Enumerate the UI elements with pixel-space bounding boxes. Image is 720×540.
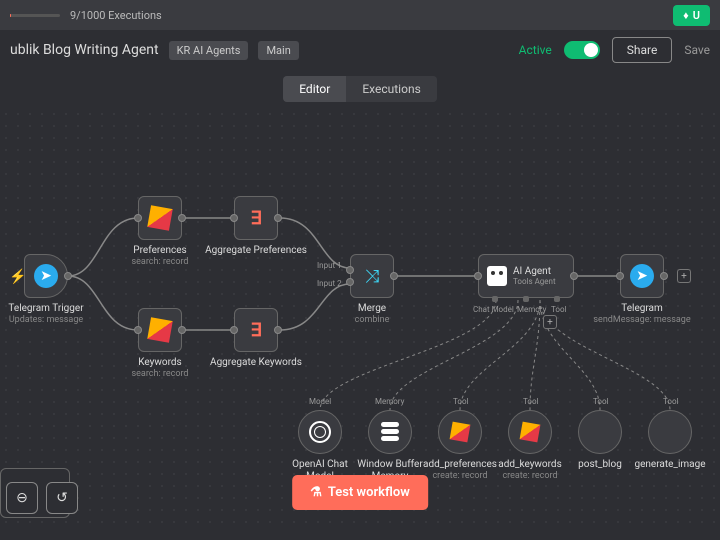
save-button[interactable]: Save — [684, 43, 710, 57]
zoom-out-button[interactable]: ⊖ — [6, 482, 38, 514]
add-tool-button[interactable]: + — [543, 315, 557, 329]
executions-count: 9/1000 Executions — [70, 9, 162, 22]
flask-icon: ⚗ — [310, 485, 322, 500]
node-post-blog[interactable]: Tool post_blog — [578, 410, 622, 454]
executions-progress — [10, 14, 60, 17]
add-node-button[interactable]: + — [677, 269, 691, 283]
top-bar: 9/1000 Executions ♦ U — [0, 0, 720, 30]
openai-icon — [309, 421, 331, 443]
cube-icon — [520, 422, 541, 443]
node-keywords[interactable]: Keywordssearch: record — [138, 308, 182, 352]
diamond-icon: ♦ — [683, 9, 689, 22]
workflow-canvas[interactable]: ⚡ ➤ Telegram TriggerUpdates: message Pre… — [0, 108, 720, 528]
node-aggregate-preferences[interactable]: ∃ Aggregate Preferences — [234, 196, 278, 240]
reset-view-button[interactable]: ↺ — [46, 482, 78, 514]
memory-icon — [381, 422, 399, 442]
node-generate-image[interactable]: Tool generate_image — [648, 410, 692, 454]
bot-icon — [487, 266, 507, 286]
share-button[interactable]: Share — [612, 37, 673, 63]
telegram-icon: ➤ — [34, 264, 58, 288]
tab-editor[interactable]: Editor — [283, 76, 346, 102]
node-ai-agent[interactable]: AI AgentTools Agent Chat Model Memory To… — [478, 254, 574, 298]
view-tabs: Editor Executions — [0, 70, 720, 108]
test-workflow-button[interactable]: ⚗ Test workflow — [292, 475, 428, 510]
tab-executions[interactable]: Executions — [346, 76, 436, 102]
active-label: Active — [519, 43, 552, 57]
tag-main[interactable]: Main — [258, 41, 298, 60]
tag-kr-ai[interactable]: KR AI Agents — [169, 41, 249, 60]
cube-icon — [450, 422, 471, 443]
lightning-icon: ⚡ — [9, 269, 26, 285]
aggregate-icon: ∃ — [250, 208, 261, 229]
workflow-name[interactable]: ublik Blog Writing Agent — [10, 42, 159, 58]
node-openai-chat-model[interactable]: Model OpenAI Chat Model — [298, 410, 342, 454]
node-preferences[interactable]: Preferencessearch: record — [138, 196, 182, 240]
workflow-header: ublik Blog Writing Agent KR AI Agents Ma… — [0, 30, 720, 70]
node-merge[interactable]: ⤨ Input 1 Input 2 Mergecombine — [350, 254, 394, 298]
cube-icon — [147, 317, 172, 342]
node-add-preferences[interactable]: Tool add_preferencescreate: record — [438, 410, 482, 454]
node-add-keywords[interactable]: Tool add_keywordscreate: record — [508, 410, 552, 454]
node-aggregate-keywords[interactable]: ∃ Aggregate Keywords — [234, 308, 278, 352]
upgrade-button[interactable]: ♦ U — [673, 5, 710, 26]
node-telegram[interactable]: ➤ + TelegramsendMessage: message — [620, 254, 664, 298]
node-telegram-trigger[interactable]: ⚡ ➤ Telegram TriggerUpdates: message — [24, 254, 68, 298]
cube-icon — [147, 205, 172, 230]
merge-icon: ⤨ — [365, 266, 379, 287]
active-toggle[interactable] — [564, 41, 600, 59]
telegram-icon: ➤ — [630, 264, 654, 288]
aggregate-icon: ∃ — [250, 320, 261, 341]
node-window-buffer-memory[interactable]: Memory Window Buffer Memory — [368, 410, 412, 454]
